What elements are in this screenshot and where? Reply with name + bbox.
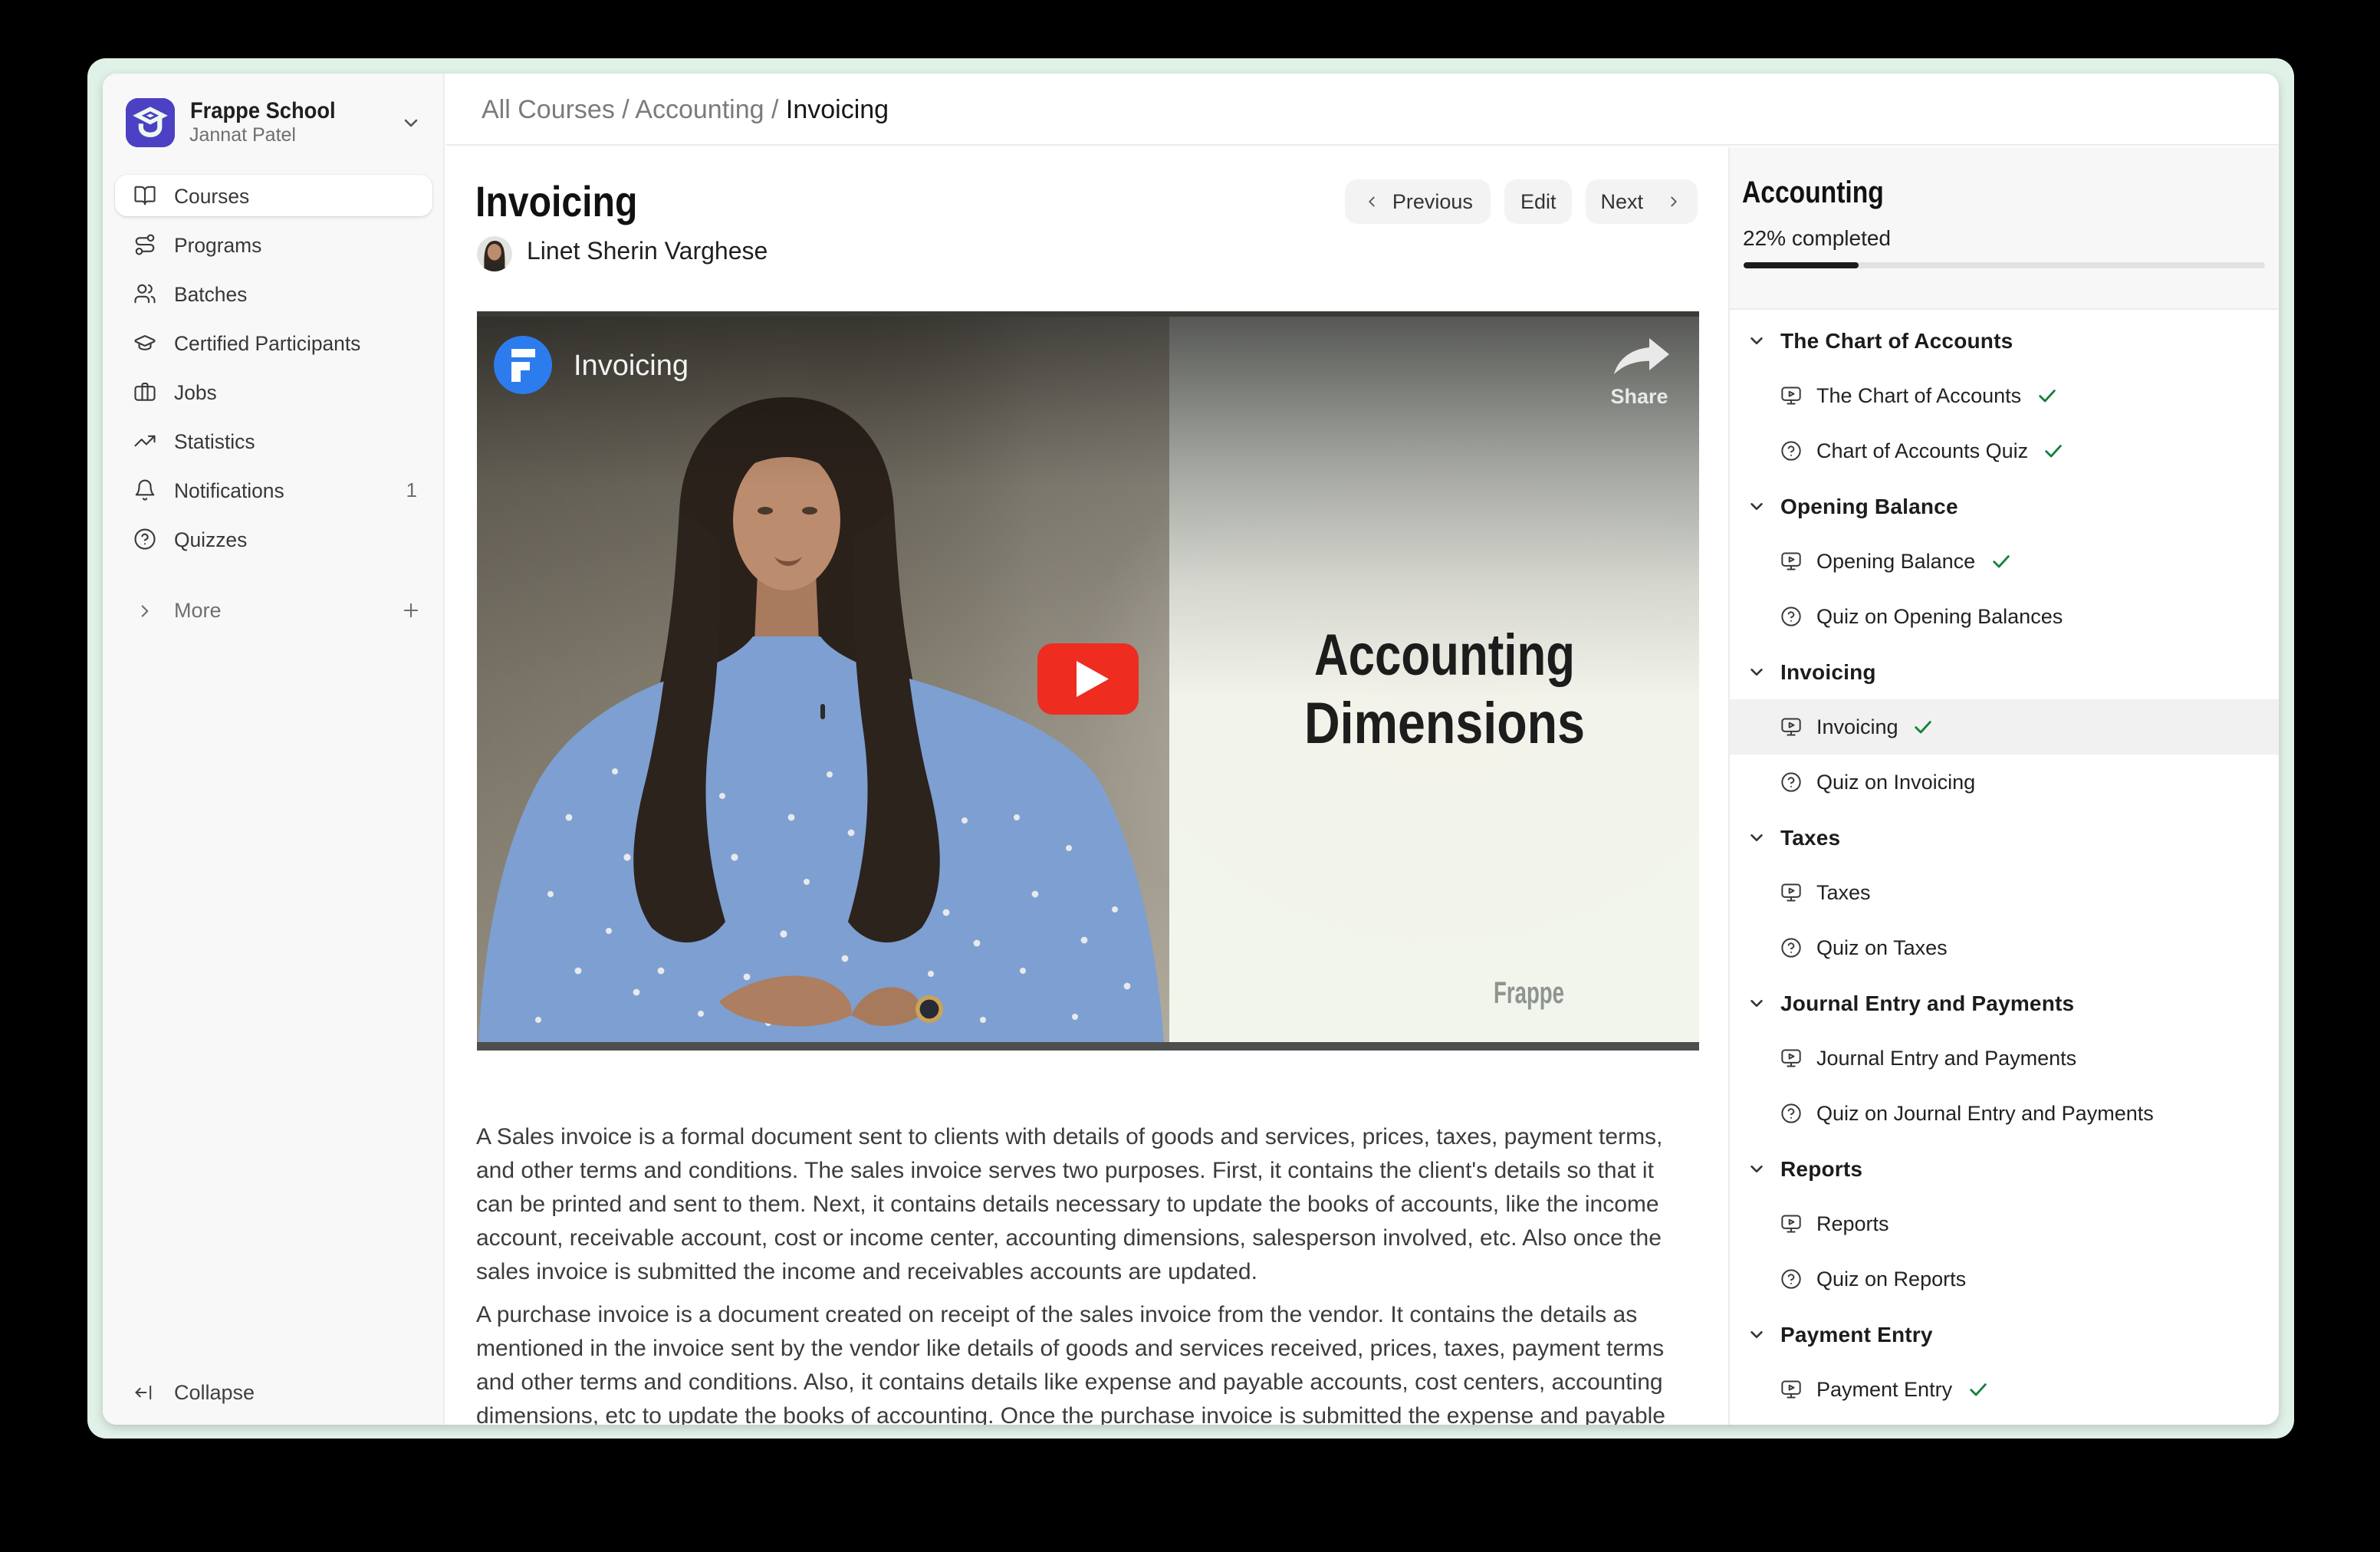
svg-text:Frappe: Frappe <box>1493 975 1563 1009</box>
svg-text:Share: Share <box>1609 384 1667 407</box>
svg-text:Dimensions: Dimensions <box>1303 690 1584 755</box>
svg-text:Invoicing: Invoicing <box>573 349 688 381</box>
